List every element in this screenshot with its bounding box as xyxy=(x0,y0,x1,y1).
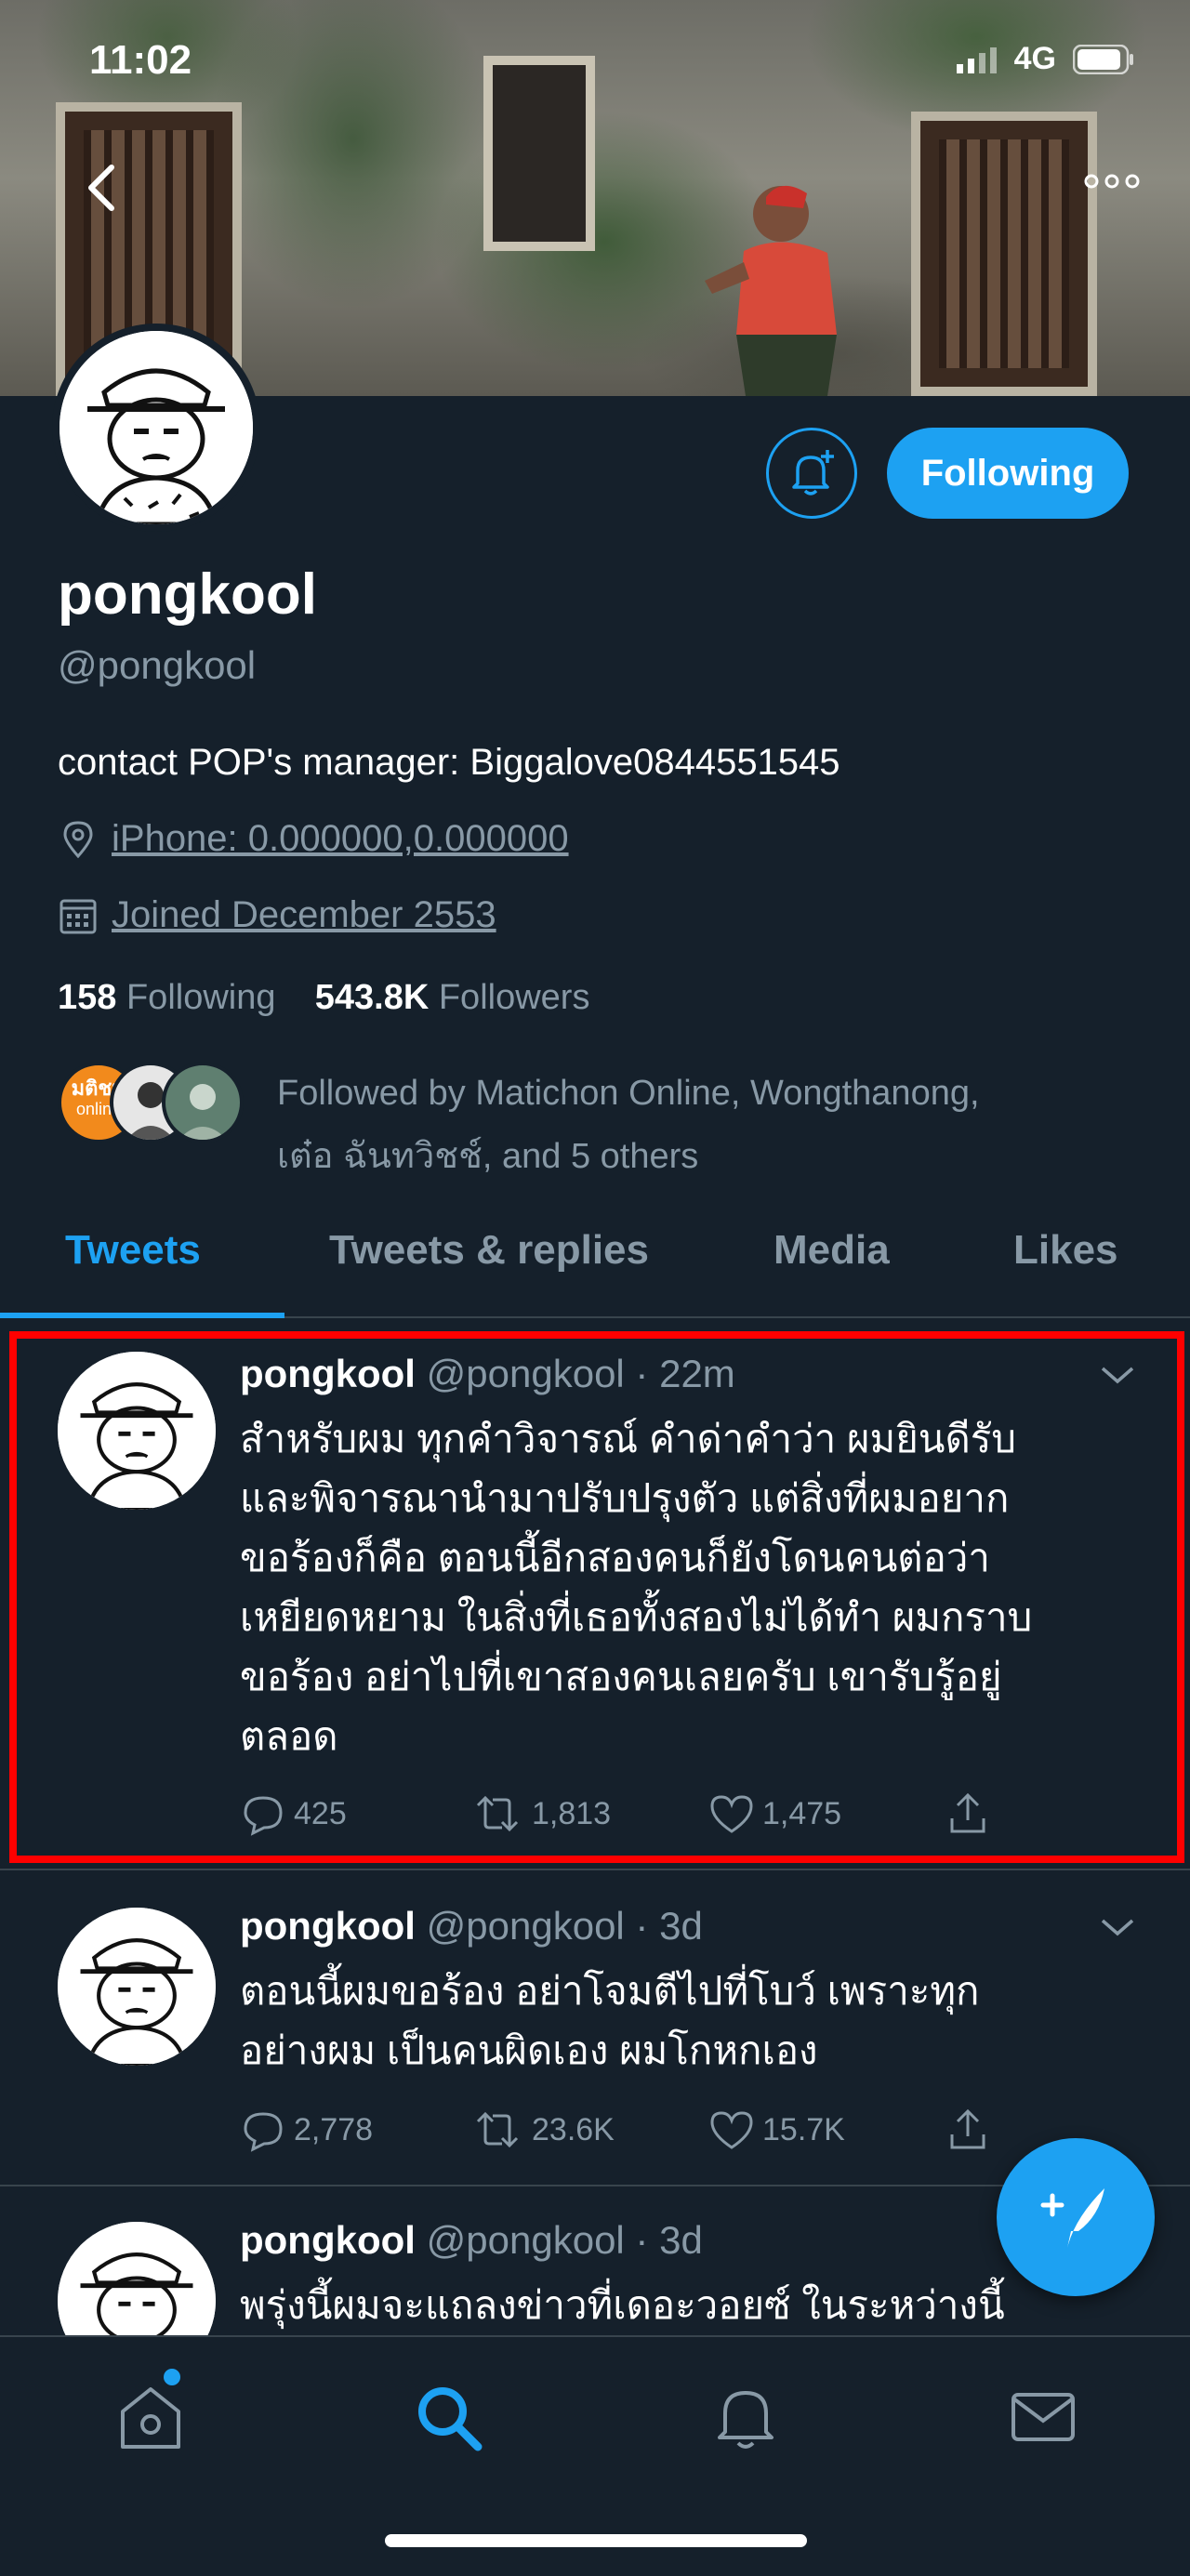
followers-label[interactable]: Followers xyxy=(439,978,590,1017)
reply-count: 2,778 xyxy=(294,2111,374,2147)
compose-icon xyxy=(1040,2188,1104,2248)
status-time: 11:02 xyxy=(89,37,192,83)
tweet-author-name[interactable]: pongkool xyxy=(240,1904,416,1948)
followed-by-line2: เต๋อ ฉันทวิชช์, and 5 others xyxy=(277,1137,699,1176)
more-icon[interactable] xyxy=(1082,167,1142,195)
followed-by-text[interactable]: Followed by Matichon Online, Wongthanong… xyxy=(277,1062,1142,1188)
profile-handle: @pongkool xyxy=(58,643,257,687)
tweet-line: พรุ่งนี้ผมจะแถลงข่าวที่เดอะวอยซ์ ในระหว่… xyxy=(240,2283,1005,2327)
like-button[interactable]: 15.7K xyxy=(708,2107,845,2153)
followed-by-avatars[interactable]: มติชน online xyxy=(58,1062,244,1143)
tweet-handle-time: @pongkool · 3d xyxy=(426,2218,703,2262)
tweet-actions: 2,778 23.6K 15.7K xyxy=(240,2107,1077,2162)
tweet-text: พรุ่งนี้ผมจะแถลงข่าวที่เดอะวอยซ์ ในระหว่… xyxy=(240,2276,1132,2335)
tweet-header: pongkool @pongkool · 3d xyxy=(240,2218,703,2263)
tweet-text: ตอนนี้ผมขอร้อง อย่าโจมตีไปที่โบว์ เพราะท… xyxy=(240,1962,1132,2081)
status-indicators: 4G xyxy=(956,41,1134,77)
profile-joined: Joined December 2553 xyxy=(58,894,496,936)
profile-location: iPhone: 0.000000,0.000000 xyxy=(58,818,569,860)
notifications-toggle-button[interactable] xyxy=(766,428,857,519)
profile-avatar[interactable] xyxy=(52,324,260,532)
banner-window xyxy=(483,56,595,251)
chevron-left-icon[interactable] xyxy=(78,160,128,216)
home-icon[interactable] xyxy=(113,2380,188,2454)
location-pin-icon xyxy=(63,820,93,858)
search-icon[interactable] xyxy=(411,2380,485,2454)
tweet-header: pongkool @pongkool · 3d xyxy=(240,1904,703,1949)
following-count[interactable]: 158 xyxy=(58,978,116,1017)
heart-icon xyxy=(710,2111,753,2149)
joined-date: Joined December 2553 xyxy=(112,894,496,935)
banner-person xyxy=(705,185,837,396)
location-link[interactable]: iPhone: 0.000000,0.000000 xyxy=(112,818,569,860)
home-new-indicator xyxy=(164,2369,180,2385)
share-icon[interactable] xyxy=(945,2107,991,2153)
profile-display-name: pongkool xyxy=(58,562,317,627)
followed-by-line1: Followed by Matichon Online, Wongthanong… xyxy=(277,1074,980,1113)
bell-plus-icon xyxy=(792,450,834,495)
retweet-button[interactable]: 23.6K xyxy=(470,2107,615,2153)
active-tab-indicator xyxy=(0,1313,284,1318)
followed-by-avatar-third xyxy=(162,1062,244,1143)
follow-counts: 158 Following 543.8K Followers xyxy=(58,978,589,1018)
retweet-count: 23.6K xyxy=(532,2111,615,2147)
following-label[interactable]: Following xyxy=(126,978,276,1017)
tab-media[interactable]: Media xyxy=(774,1227,890,1274)
signal-icon xyxy=(956,46,997,73)
tweet-line: ตอนนี้ผมขอร้อง อย่าโจมตีไปที่โบว์ เพราะท… xyxy=(240,1969,980,2013)
like-count: 15.7K xyxy=(762,2111,845,2147)
tab-tweets[interactable]: Tweets xyxy=(65,1227,201,1274)
following-button[interactable]: Following xyxy=(887,428,1129,519)
retweet-icon xyxy=(476,2111,519,2148)
profile-tabs: Tweets Tweets & replies Media Likes xyxy=(0,1209,1190,1318)
tab-tweets-replies[interactable]: Tweets & replies xyxy=(329,1227,649,1274)
tweet-line: อย่างผม เป็นคนผิดเอง ผมโกหกเอง xyxy=(240,2028,818,2072)
mail-icon[interactable] xyxy=(1006,2380,1080,2454)
chevron-down-icon[interactable] xyxy=(1097,1913,1138,1941)
followers-count[interactable]: 543.8K xyxy=(315,978,430,1017)
battery-icon xyxy=(1073,44,1133,74)
avatar-illustration xyxy=(60,331,253,524)
reply-icon xyxy=(244,2112,283,2152)
profile-bio: contact POP's manager: Biggalove08445515… xyxy=(58,742,840,783)
tweet-handle-time: @pongkool · 3d xyxy=(426,1904,703,1948)
bell-icon[interactable] xyxy=(708,2380,783,2454)
tab-likes[interactable]: Likes xyxy=(1013,1227,1118,1274)
highlighted-tweet-frame xyxy=(9,1331,1184,1863)
tweet-2[interactable]: pongkool @pongkool · 3d ตอนนี้ผมขอร้อง อ… xyxy=(0,1870,1190,2186)
tweet-avatar[interactable] xyxy=(58,1908,216,2066)
reply-button[interactable]: 2,778 xyxy=(240,2107,373,2153)
tweet-author-name[interactable]: pongkool xyxy=(240,2218,416,2262)
network-label: 4G xyxy=(1013,41,1056,76)
banner-door-right xyxy=(911,112,1097,396)
calendar-icon xyxy=(60,899,97,933)
compose-tweet-button[interactable] xyxy=(997,2138,1155,2296)
home-indicator[interactable] xyxy=(385,2534,807,2547)
